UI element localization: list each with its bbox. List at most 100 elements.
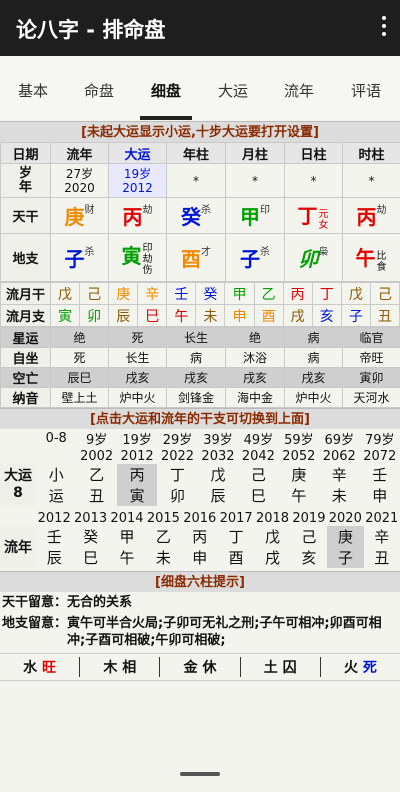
row-label-dizhi: 地支	[0, 233, 51, 282]
liunian-gan[interactable]: 庚	[327, 526, 364, 547]
tab-comments[interactable]: 评语	[333, 80, 399, 101]
tab-dayun[interactable]: 大运	[200, 80, 266, 101]
liuyue-gan-cell: 戊	[49, 282, 81, 305]
more-vert-icon[interactable]	[380, 16, 388, 40]
dayun-table: 0-8 9岁 19岁 29岁 39岁 49岁 59岁 69岁 79岁 2002 …	[0, 429, 400, 506]
dayun-gan[interactable]: 丙	[116, 464, 158, 485]
dayun-gan[interactable]: 乙	[76, 464, 116, 485]
tiangan-cell: 丁元女	[284, 197, 343, 234]
liuyue-zhi-cell: 丑	[369, 304, 400, 327]
dayun-zhi[interactable]: 卯	[157, 485, 197, 506]
kongwang-cell: 辰巳	[50, 367, 109, 388]
liuyue-zhi-cell: 亥	[311, 304, 342, 327]
month-star: *	[225, 163, 285, 198]
liunian-zhi[interactable]: 辰	[36, 547, 72, 568]
liunian-gan[interactable]: 丙	[182, 526, 218, 547]
liuyue-zhi-cell: 戌	[282, 304, 313, 327]
dayun-zhi[interactable]: 申	[360, 485, 400, 506]
liuyue-zhi-cell: 午	[166, 304, 197, 327]
dayun-year: 2052	[282, 448, 316, 464]
liunian-zhi[interactable]: 未	[145, 547, 181, 568]
dayun-age: 49岁	[243, 433, 274, 448]
zizuo-cell: 病	[284, 347, 343, 368]
nayin-cell: 天河水	[342, 387, 400, 408]
pillar-table: 日期 流年 大运 年柱 月柱 日柱 时柱 岁 年 27岁 2020 19岁 2012…	[0, 142, 400, 282]
liunian-year: 2012	[37, 510, 71, 526]
dayun-gan[interactable]: 壬	[360, 464, 400, 485]
liunian-table: 2012 2013 2014 2015 2016 2017 2018 2019 …	[0, 510, 400, 568]
liunian-zhi[interactable]: 申	[182, 547, 218, 568]
dayun-gan[interactable]: 小	[36, 464, 76, 485]
dayun-gan[interactable]: 丁	[157, 464, 197, 485]
liunian-zhi[interactable]: 戌	[254, 547, 290, 568]
row-label-liuyue-zhi: 流月支	[0, 304, 51, 327]
liunian-zhi[interactable]: 午	[109, 547, 145, 568]
dayun-zhi[interactable]: 寅	[116, 485, 158, 506]
liunian-zhi[interactable]: 巳	[72, 547, 108, 568]
dayun-gan[interactable]: 己	[238, 464, 278, 485]
dizhi-cell: 卯枭	[284, 233, 343, 282]
day-star: *	[284, 163, 343, 198]
dayun-gan[interactable]: 辛	[319, 464, 359, 485]
kongwang-cell: 戌亥	[108, 367, 167, 388]
row-label-zizuo: 自坐	[0, 347, 51, 368]
liunian-gan[interactable]: 辛	[364, 526, 400, 547]
dayun-zhi[interactable]: 辰	[198, 485, 238, 506]
xingyun-cell: 长生	[166, 327, 226, 348]
kongwang-cell: 寅卯	[342, 367, 400, 388]
liunian-year: 2017	[219, 510, 253, 526]
header-liunian: 流年	[50, 142, 109, 164]
tiangan-cell: 庚财	[50, 197, 109, 234]
dayun-zhi[interactable]: 丑	[76, 485, 116, 506]
liunian-gan[interactable]: 戊	[254, 526, 290, 547]
row-label-liunian: 流年	[0, 526, 36, 568]
tab-chart[interactable]: 命盘	[66, 80, 132, 101]
xingyun-cell: 临官	[342, 327, 400, 348]
hour-star: *	[342, 163, 400, 198]
gesture-nav-bar[interactable]	[180, 772, 220, 776]
dizhi-cell: 酉才	[166, 233, 226, 282]
row-label-dayun: 大运 8	[0, 464, 36, 506]
nayin-cell: 炉中火	[108, 387, 167, 408]
dayun-year: 2042	[241, 448, 275, 464]
liunian-gan[interactable]: 己	[291, 526, 327, 547]
liunian-year: 2013	[74, 510, 108, 526]
liunian-zhi[interactable]: 亥	[291, 547, 327, 568]
liunian-gan[interactable]: 丁	[218, 526, 254, 547]
wuxing-metal: 金 休	[160, 657, 241, 677]
detail-sheet: [未起大运显示小运,十步大运要打开设置] 日期 流年 大运 年柱 月柱 日柱 时…	[0, 121, 400, 681]
liunian-year: 2015	[146, 510, 180, 526]
liunian-zhi[interactable]: 子	[327, 547, 364, 568]
notice-band: [未起大运显示小运,十步大运要打开设置]	[0, 121, 400, 142]
liunian-gan[interactable]: 甲	[109, 526, 145, 547]
liuyue-gan-cell: 丙	[282, 282, 313, 305]
wuxing-earth: 土 囚	[241, 657, 321, 677]
dayun-age: 29岁	[162, 433, 193, 448]
liunian-gan[interactable]: 壬	[36, 526, 72, 547]
liunian-zhi[interactable]: 丑	[364, 547, 400, 568]
dayun-gan[interactable]: 戊	[198, 464, 238, 485]
liuyue-zhi-cell: 子	[340, 304, 371, 327]
tiangan-cell: 癸杀	[166, 197, 226, 234]
row-label-tiangan: 天干	[0, 197, 51, 234]
dayun-gan[interactable]: 庚	[279, 464, 319, 485]
nayin-cell: 炉中火	[284, 387, 343, 408]
tab-basic[interactable]: 基本	[0, 80, 66, 101]
header-date: 日期	[0, 142, 51, 164]
liunian-year: 2014	[110, 510, 144, 526]
dayun-age: 19岁 2012	[108, 163, 167, 198]
dayun-zhi[interactable]: 运	[36, 485, 76, 506]
liunian-year: 2016	[183, 510, 217, 526]
tab-liunian[interactable]: 流年	[266, 80, 332, 101]
dayun-zhi[interactable]: 未	[319, 485, 359, 506]
liunian-zhi[interactable]: 酉	[218, 547, 254, 568]
dayun-zhi[interactable]: 巳	[238, 485, 278, 506]
liunian-gan[interactable]: 癸	[72, 526, 108, 547]
dayun-age: 9岁	[86, 433, 108, 448]
liuyue-gan-cell: 癸	[195, 282, 226, 305]
tab-detail[interactable]: 细盘	[133, 80, 199, 101]
wuxing-strength-bar: 水 旺 木 相 金 休 土 囚 火 死	[0, 653, 400, 681]
zizuo-cell: 长生	[108, 347, 167, 368]
liunian-gan[interactable]: 乙	[145, 526, 181, 547]
dayun-zhi[interactable]: 午	[279, 485, 319, 506]
